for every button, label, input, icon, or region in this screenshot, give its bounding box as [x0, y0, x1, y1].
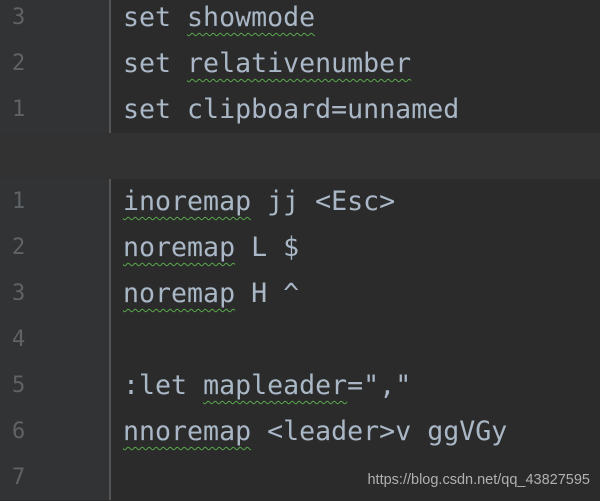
spellcheck-flagged-word: noremap	[123, 278, 236, 309]
code-text: set showmode	[123, 0, 315, 41]
code-text: inoremap jj <Esc>	[123, 179, 395, 225]
current-line[interactable]	[0, 133, 600, 179]
code-line[interactable]: 1 set clipboard=unnamed	[0, 87, 600, 133]
code-text: set clipboard=unnamed	[123, 87, 459, 133]
line-number: 1	[12, 189, 26, 214]
editor-text-area[interactable]: 3 set showmode 2 set relativenumber 1 set cli…	[0, 0, 600, 501]
code-line[interactable]: 5 :let mapleader=","	[0, 363, 600, 409]
spellcheck-flagged-word: noremap	[123, 232, 236, 263]
code-line[interactable]: 1 inoremap jj <Esc>	[0, 179, 600, 225]
line-number: 2	[12, 51, 26, 76]
code-token: jj <Esc>	[251, 186, 396, 217]
code-token: =","	[347, 370, 412, 401]
spellcheck-flagged-word: inoremap	[123, 186, 252, 217]
line-number: 5	[12, 373, 26, 398]
code-line[interactable]: 3 set showmode	[0, 0, 600, 41]
line-number: 6	[12, 419, 26, 444]
line-number: 1	[12, 97, 26, 122]
code-token: L $	[235, 232, 300, 263]
code-text: noremap H ^	[123, 271, 299, 317]
code-token: <leader>v ggVGy	[251, 416, 508, 447]
code-text: set relativenumber	[123, 41, 411, 87]
code-text: noremap L $	[123, 225, 299, 271]
code-line[interactable]: 4	[0, 317, 600, 363]
code-text: :let mapleader=","	[123, 363, 411, 409]
spellcheck-flagged-word: showmode	[187, 2, 316, 33]
spellcheck-flagged-word: relativenumber	[187, 48, 412, 79]
code-token: set	[123, 2, 188, 33]
code-token: :let	[123, 370, 204, 401]
code-line[interactable]: 3 noremap H ^	[0, 271, 600, 317]
line-number: 2	[12, 235, 26, 260]
line-number: 4	[12, 327, 26, 352]
code-token: set	[123, 48, 188, 79]
watermark: https://blog.csdn.net/qq_43827595	[367, 472, 590, 488]
line-number: 3	[12, 281, 26, 306]
code-token: set clipboard=unnamed	[123, 94, 460, 125]
code-token: H ^	[235, 278, 300, 309]
code-line[interactable]: 2 noremap L $	[0, 225, 600, 271]
line-number: 3	[12, 5, 26, 30]
spellcheck-flagged-word: nnoremap	[123, 416, 252, 447]
code-line[interactable]: 2 set relativenumber	[0, 41, 600, 87]
line-number: 7	[12, 465, 26, 490]
spellcheck-flagged-word: mapleader	[203, 370, 348, 401]
code-line[interactable]: 6 nnoremap <leader>v ggVGy	[0, 409, 600, 455]
code-text: nnoremap <leader>v ggVGy	[123, 409, 507, 455]
